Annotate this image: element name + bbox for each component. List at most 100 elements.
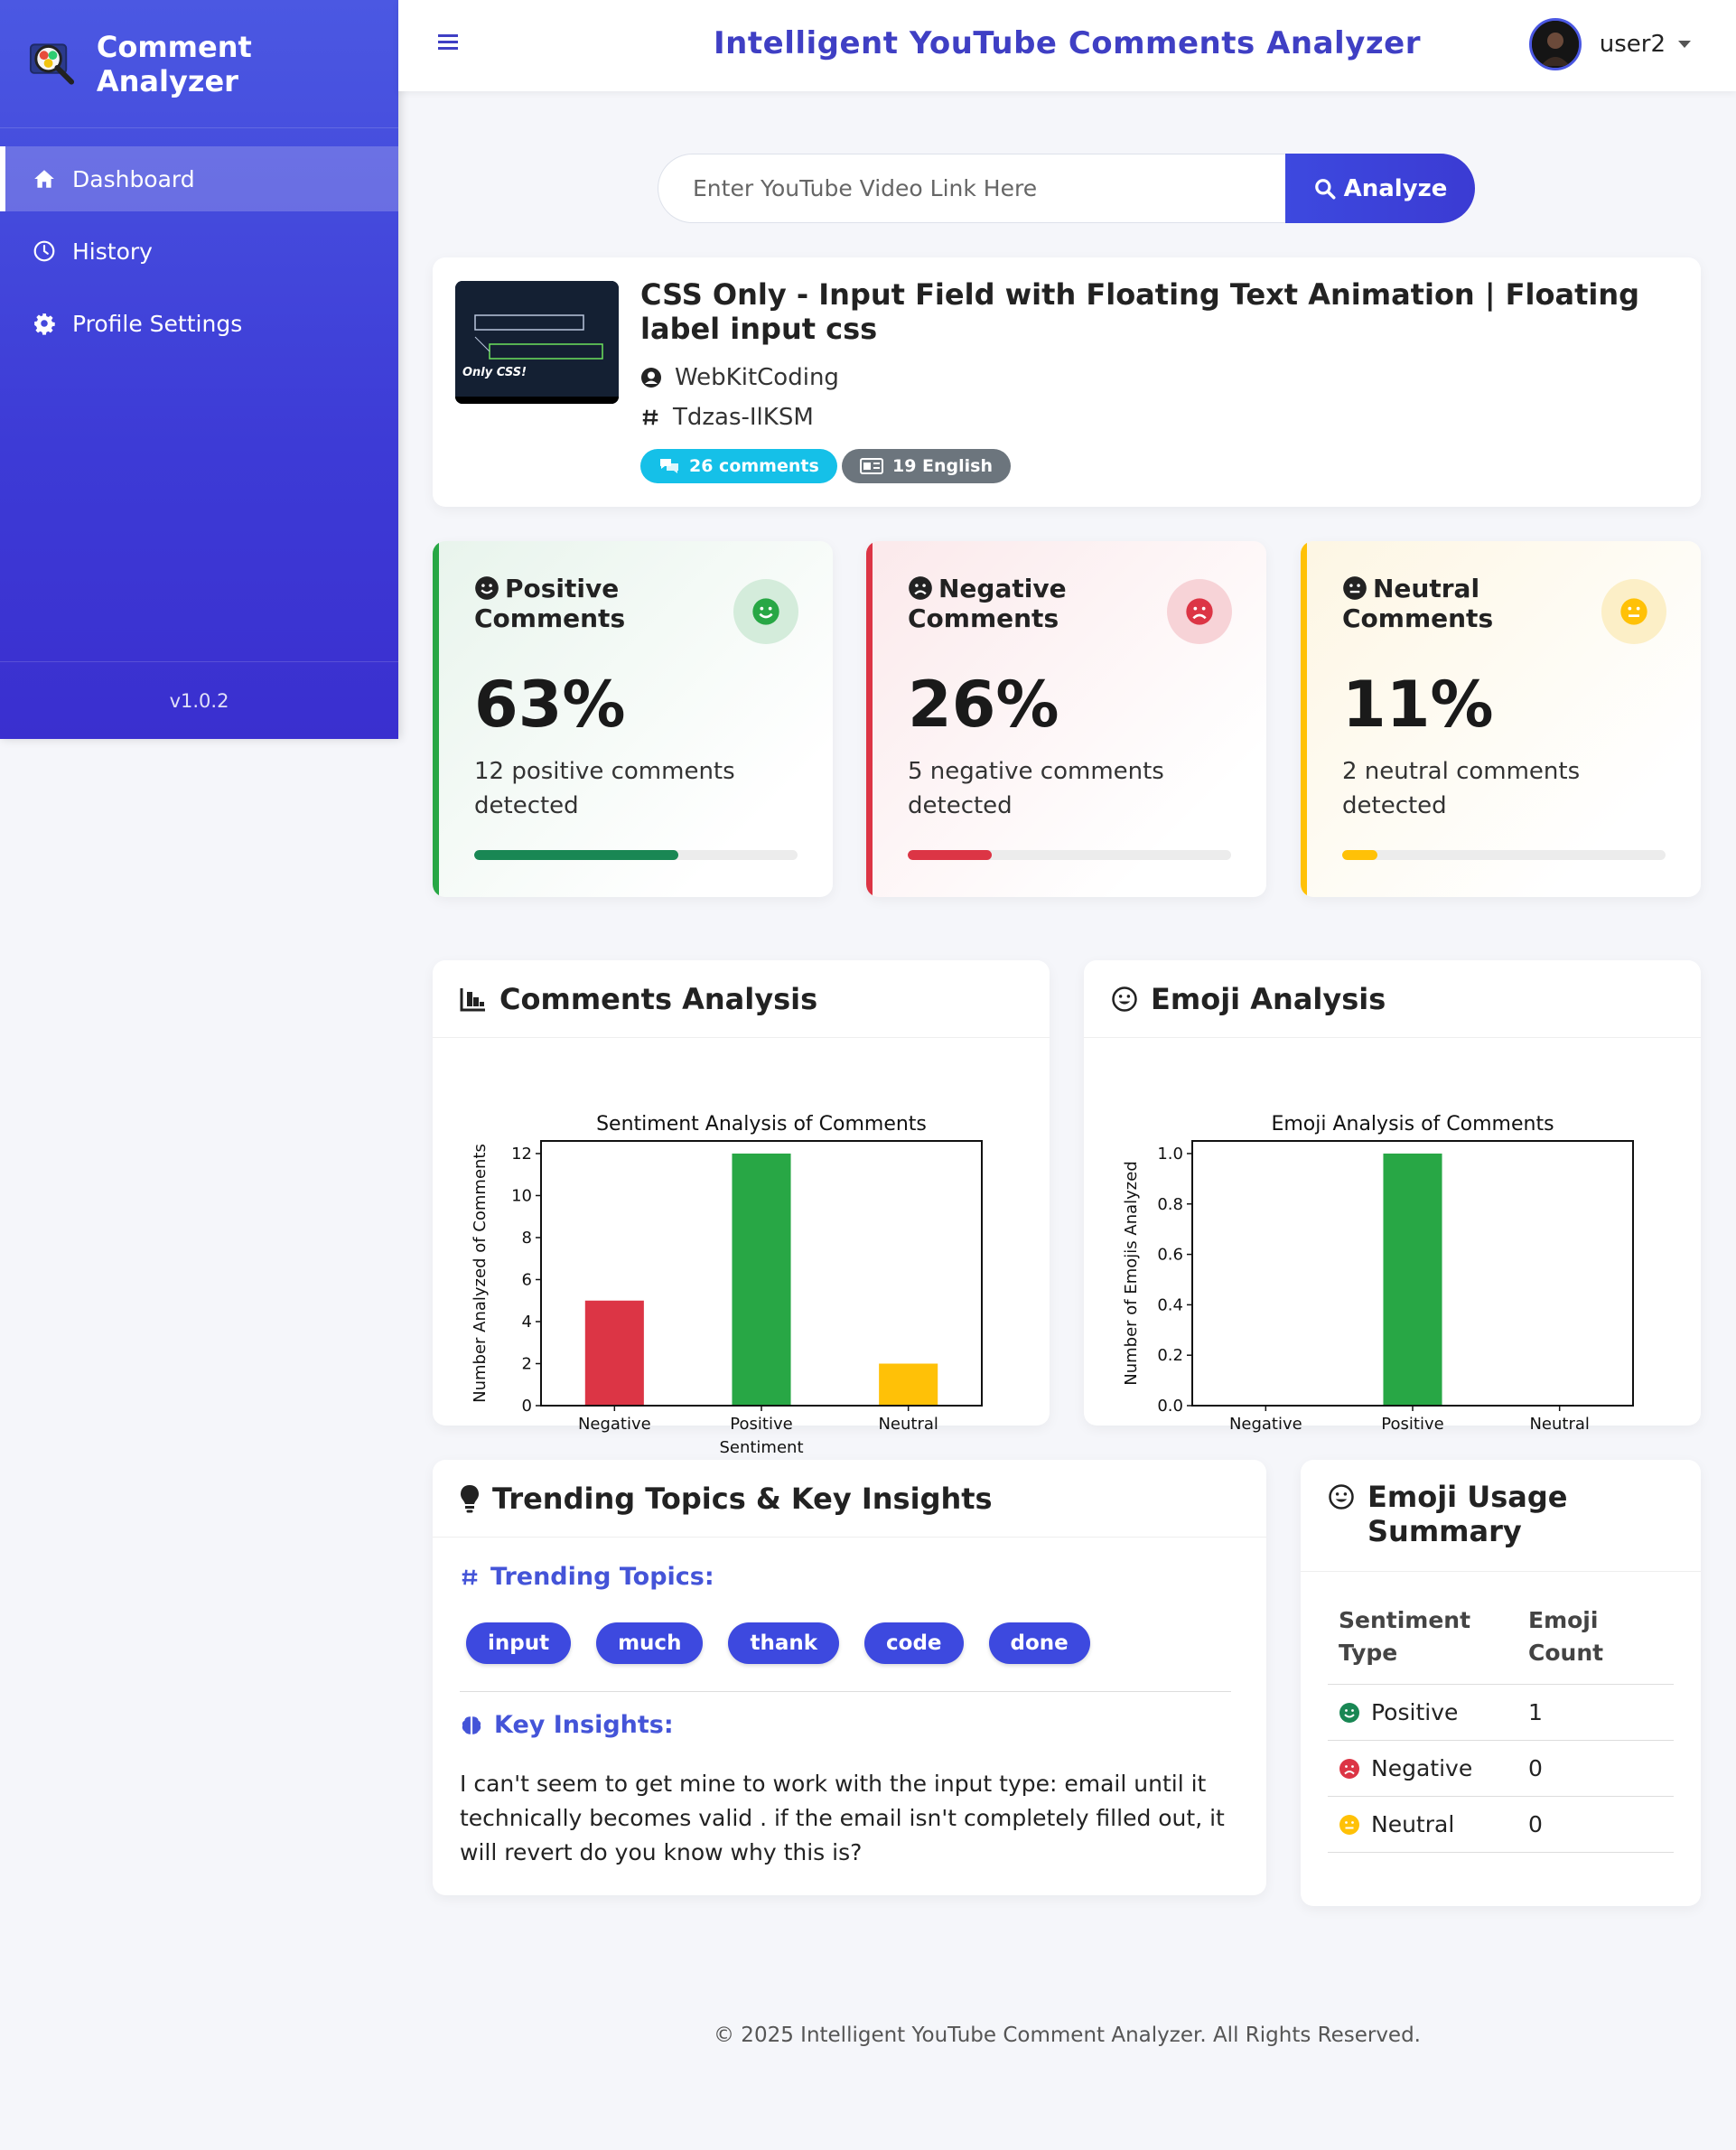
smile-icon bbox=[475, 576, 499, 600]
emoji-summary-header: Emoji Usage Summary bbox=[1301, 1460, 1701, 1572]
positive-description: 12 positive comments detected bbox=[474, 758, 735, 819]
language-count: 19 English bbox=[892, 456, 994, 476]
channel-name: WebKitCoding bbox=[675, 364, 839, 391]
y-tick-label: 0.4 bbox=[1157, 1295, 1183, 1314]
emoji-chart: Emoji Analysis of Comments Negative Positi… bbox=[1122, 1113, 1634, 1434]
trending-title: Trending Topics & Key Insights bbox=[492, 1481, 993, 1516]
user-menu[interactable]: user2 bbox=[1528, 18, 1691, 70]
sidebar-item-history[interactable]: History bbox=[0, 219, 398, 284]
negative-percent: 26% bbox=[908, 668, 1059, 742]
bar-chart-icon bbox=[460, 987, 485, 1011]
video-thumbnail[interactable]: Only CSS! bbox=[455, 281, 619, 404]
frown-icon bbox=[1186, 598, 1213, 625]
neutral-emoji-badge bbox=[1601, 579, 1666, 644]
frown-icon bbox=[909, 576, 932, 600]
topic-pill[interactable]: thank bbox=[728, 1622, 840, 1664]
negative-progress bbox=[908, 850, 1231, 860]
neutral-progress bbox=[1342, 850, 1666, 860]
brand-name: Comment Analyzer bbox=[96, 29, 252, 98]
negative-stat-card: Negative Comments 26% 5 negative comments… bbox=[866, 541, 1266, 897]
count-cell: 1 bbox=[1517, 1684, 1674, 1741]
comments-analysis-title: Comments Analysis bbox=[499, 981, 818, 1016]
analyze-button[interactable]: Analyze bbox=[1285, 154, 1475, 223]
topic-pill[interactable]: much bbox=[596, 1622, 704, 1664]
trending-header: Trending Topics & Key Insights bbox=[433, 1460, 1266, 1538]
analyzer-logo-icon bbox=[29, 42, 75, 85]
column-header: Sentiment Type bbox=[1328, 1604, 1517, 1685]
emoji-analysis-header: Emoji Analysis bbox=[1084, 960, 1701, 1038]
x-tick-label: Positive bbox=[730, 1415, 792, 1434]
column-header: Emoji Count bbox=[1517, 1604, 1674, 1685]
stat-title: Neutral Comments bbox=[1342, 574, 1494, 633]
emoji-analysis-title: Emoji Analysis bbox=[1151, 981, 1386, 1016]
bar-negative bbox=[584, 1300, 644, 1406]
positive-percent: 63% bbox=[474, 668, 626, 742]
topic-pill[interactable]: done bbox=[988, 1622, 1090, 1664]
user-circle-icon bbox=[641, 368, 661, 388]
hashtag-icon bbox=[642, 409, 658, 425]
sentiment-cell: Positive bbox=[1328, 1684, 1517, 1741]
video-info-card: Only CSS! CSS Only - Input Field with Fl… bbox=[433, 257, 1701, 507]
emoji-summary-card: Emoji Usage Summary Sentiment Type Emoji… bbox=[1301, 1460, 1701, 1906]
key-insights-label: Key Insights: bbox=[460, 1711, 674, 1739]
topic-pill[interactable]: code bbox=[864, 1622, 964, 1664]
y-tick-label: 0.0 bbox=[1157, 1397, 1183, 1416]
x-tick-label: Positive bbox=[1381, 1415, 1443, 1434]
emoji-summary-table: Sentiment Type Emoji Count Positive 1 Ne… bbox=[1328, 1604, 1674, 1853]
card-accent-bar bbox=[866, 541, 873, 897]
sidebar-item-dashboard[interactable]: Dashboard bbox=[0, 146, 398, 211]
x-tick-label: Neutral bbox=[1529, 1415, 1589, 1434]
language-icon bbox=[860, 458, 883, 474]
sidebar-item-profile-settings[interactable]: Profile Settings bbox=[0, 291, 398, 356]
video-url-input[interactable] bbox=[658, 154, 1285, 223]
lightbulb-icon bbox=[461, 1484, 479, 1512]
topic-pill[interactable]: input bbox=[466, 1622, 572, 1664]
bar-neutral bbox=[879, 1363, 938, 1406]
sidebar-item-label: Profile Settings bbox=[72, 310, 243, 337]
neutral-face-icon bbox=[1620, 598, 1647, 625]
footer: © 2025 Intelligent YouTube Comment Analy… bbox=[714, 2024, 1421, 2047]
y-tick-label: 10 bbox=[511, 1186, 532, 1205]
thumbnail-caption: Only CSS! bbox=[462, 366, 527, 379]
username: user2 bbox=[1599, 31, 1666, 58]
y-tick-label: 4 bbox=[522, 1313, 532, 1332]
table-header-row: Sentiment Type Emoji Count bbox=[1328, 1604, 1674, 1685]
video-id-row: Tdzas-IlKSM bbox=[640, 404, 814, 431]
app-version: v1.0.2 bbox=[0, 661, 398, 739]
x-axis-label: Sentiment bbox=[719, 1438, 803, 1457]
sentiment-chart: Sentiment Analysis of Comments Negative Po… bbox=[471, 1113, 983, 1457]
positive-progress bbox=[474, 850, 798, 860]
table-row: Positive 1 bbox=[1328, 1684, 1674, 1741]
sidebar: Comment Analyzer Dashboard History Profi… bbox=[0, 0, 398, 739]
stat-title: Negative Comments bbox=[908, 574, 1067, 633]
search-bar: Analyze bbox=[658, 154, 1475, 223]
x-tick-label: Negative bbox=[1229, 1415, 1302, 1434]
negative-emoji-badge bbox=[1167, 579, 1232, 644]
brain-icon bbox=[462, 1715, 481, 1734]
sidebar-nav: Dashboard History Profile Settings bbox=[0, 146, 398, 356]
negative-description: 5 negative comments detected bbox=[908, 758, 1164, 819]
sentiment-cell: Negative bbox=[1328, 1740, 1517, 1797]
analyze-button-label: Analyze bbox=[1343, 174, 1448, 202]
y-tick-label: 12 bbox=[511, 1145, 532, 1164]
y-tick-label: 0.6 bbox=[1157, 1246, 1183, 1265]
frown-icon bbox=[1339, 1759, 1359, 1779]
count-cell: 0 bbox=[1517, 1796, 1674, 1853]
comments-analysis-card: Comments Analysis Sentiment Analysis of … bbox=[433, 960, 1050, 1457]
topic-list: input much thank code done bbox=[466, 1622, 1115, 1664]
neutral-description: 2 neutral comments detected bbox=[1342, 758, 1581, 819]
neutral-face-icon bbox=[1339, 1815, 1359, 1835]
video-title: CSS Only - Input Field with Floating Tex… bbox=[640, 277, 1640, 346]
smile-outline-icon bbox=[1112, 986, 1137, 1012]
bar-positive bbox=[732, 1153, 791, 1406]
avatar bbox=[1528, 18, 1582, 70]
positive-stat-card: Positive Comments 63% 12 positive comment… bbox=[433, 541, 833, 897]
topbar: Intelligent YouTube Comments Analyzer us… bbox=[398, 0, 1736, 91]
neutral-percent: 11% bbox=[1342, 668, 1494, 742]
table-row: Negative 0 bbox=[1328, 1740, 1674, 1797]
comments-icon bbox=[660, 459, 678, 473]
sidebar-item-label: Dashboard bbox=[72, 165, 195, 192]
trending-topics-label: Trending Topics: bbox=[460, 1563, 714, 1591]
smile-icon bbox=[1339, 1703, 1359, 1723]
brand[interactable]: Comment Analyzer bbox=[0, 0, 398, 128]
